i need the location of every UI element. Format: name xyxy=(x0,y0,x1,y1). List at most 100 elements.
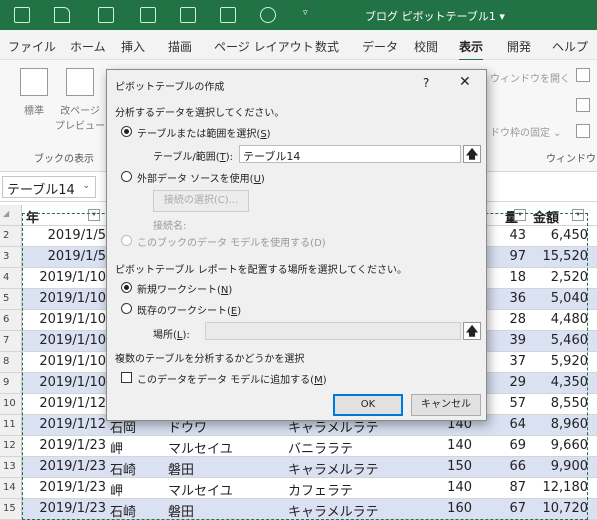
cell-date[interactable]: 2019/1/10 xyxy=(26,291,106,306)
tab-formulas[interactable]: 数式 xyxy=(315,38,339,55)
cell-date[interactable]: 2019/1/10 xyxy=(26,333,106,348)
table-row[interactable]: 15 2019/1/23 石崎 磐田 キャラメルラテ 160 67 10,720 xyxy=(0,499,597,520)
tab-home[interactable]: ホーム xyxy=(70,38,106,55)
shape-icon[interactable] xyxy=(260,7,276,23)
tab-help[interactable]: ヘルプ xyxy=(552,38,588,55)
add-to-data-model-checkbox[interactable] xyxy=(121,372,132,383)
cell-price[interactable]: 160 xyxy=(420,501,472,516)
radio-external-source[interactable] xyxy=(121,171,132,182)
cell-name[interactable]: バニララテ xyxy=(288,438,353,457)
row-header[interactable]: 12 xyxy=(0,436,22,456)
split-icon[interactable] xyxy=(576,68,590,82)
cell-date[interactable]: 2019/1/10 xyxy=(26,270,106,285)
radio-existing-worksheet[interactable] xyxy=(121,303,132,314)
cell-amount[interactable]: 6,450 xyxy=(530,228,588,243)
row-header[interactable]: 5 xyxy=(0,289,22,309)
row-header[interactable]: 10 xyxy=(0,394,22,414)
cell-loc[interactable]: 石崎 xyxy=(110,459,136,478)
tab-review[interactable]: 校閲 xyxy=(414,38,438,55)
cell-date[interactable]: 2019/1/10 xyxy=(26,354,106,369)
tab-developer[interactable]: 開発 xyxy=(507,38,531,55)
table-icon[interactable] xyxy=(98,7,114,23)
freeze-panes-label[interactable]: ドウ枠の固定 ⌄ xyxy=(490,124,562,139)
tab-view[interactable]: 表示 xyxy=(459,38,484,61)
cell-amount[interactable]: 5,920 xyxy=(530,354,588,369)
radio-new-worksheet[interactable] xyxy=(121,282,132,293)
cell-price[interactable]: 150 xyxy=(420,459,472,474)
help-icon[interactable]: ? xyxy=(423,76,429,90)
tab-page-layout[interactable]: ページ レイアウト xyxy=(214,38,314,55)
cell-amount[interactable]: 10,720 xyxy=(530,501,589,516)
table-row[interactable]: 12 2019/1/23 岬 マルセイユ バニララテ 140 69 9,660 xyxy=(0,436,597,457)
radio-data-model[interactable] xyxy=(121,235,132,246)
page-break-view-icon[interactable] xyxy=(66,68,94,96)
name-box[interactable]: テーブル14 ⌄ xyxy=(2,176,96,198)
cell-amount[interactable]: 8,960 xyxy=(530,417,588,432)
ok-button[interactable]: OK xyxy=(333,394,403,416)
cell-item[interactable]: 磐田 xyxy=(168,459,194,478)
save-icon[interactable] xyxy=(14,7,30,23)
cell-date[interactable]: 2019/1/12 xyxy=(26,396,106,411)
cell-item[interactable]: マルセイユ xyxy=(168,480,233,499)
location-input[interactable] xyxy=(205,322,461,340)
close-icon[interactable]: ✕ xyxy=(459,74,471,90)
unhide-icon[interactable] xyxy=(576,124,590,138)
cell-price[interactable]: 140 xyxy=(420,480,472,495)
cancel-button[interactable]: キャンセル xyxy=(411,394,481,416)
filter-icon[interactable]: ⯆ xyxy=(514,209,526,221)
cell-date[interactable]: 2019/1/5 xyxy=(26,249,106,264)
hide-icon[interactable] xyxy=(576,98,590,112)
cell-qty[interactable]: 66 xyxy=(472,459,526,474)
cell-amount[interactable]: 8,550 xyxy=(530,396,588,411)
radio-data-model-label[interactable]: このブックのデータ モデルを使用する(D) xyxy=(137,234,326,249)
row-header[interactable]: 13 xyxy=(0,457,22,477)
cell-name[interactable]: キャラメルラテ xyxy=(288,459,379,478)
cell-amount[interactable]: 9,660 xyxy=(530,438,588,453)
customize-qat-icon[interactable]: ▿ xyxy=(303,8,308,18)
table-row[interactable]: 14 2019/1/23 岬 マルセイユ カフェラテ 140 87 12,180 xyxy=(0,478,597,499)
select-all-corner[interactable]: ◢ xyxy=(0,205,22,225)
row-header[interactable]: 2 xyxy=(0,226,22,246)
tab-insert[interactable]: 挿入 xyxy=(121,38,145,55)
range-input[interactable]: テーブル14 xyxy=(239,145,461,163)
page-break-view-label[interactable]: 改ページ プレビュー xyxy=(54,102,106,132)
pivot-icon[interactable] xyxy=(140,7,156,23)
filter-icon[interactable]: ⯆ xyxy=(572,209,584,221)
row-header[interactable]: 15 xyxy=(0,499,22,519)
cell-date[interactable]: 2019/1/12 xyxy=(26,417,106,432)
cell-qty[interactable]: 87 xyxy=(472,480,526,495)
radio-existing-worksheet-label[interactable]: 既存のワークシート(E) xyxy=(137,302,241,317)
normal-view-label[interactable]: 標準 xyxy=(18,102,50,117)
cell-amount[interactable]: 15,520 xyxy=(530,249,589,264)
chart-icon[interactable] xyxy=(180,7,196,23)
cell-date[interactable]: 2019/1/23 xyxy=(26,501,106,516)
format-icon[interactable] xyxy=(220,7,236,23)
cell-date[interactable]: 2019/1/23 xyxy=(26,438,106,453)
radio-new-worksheet-label[interactable]: 新規ワークシート(N) xyxy=(137,281,232,296)
collapse-location-button[interactable]: 🡅 xyxy=(463,322,481,340)
cell-name[interactable]: キャラメルラテ xyxy=(288,501,379,520)
row-header[interactable]: 6 xyxy=(0,310,22,330)
cell-qty[interactable]: 67 xyxy=(472,501,526,516)
cell-amount[interactable]: 5,040 xyxy=(530,291,588,306)
cell-amount[interactable]: 2,520 xyxy=(530,270,588,285)
collapse-dialog-button[interactable]: 🡅 xyxy=(463,145,481,163)
row-header[interactable]: 7 xyxy=(0,331,22,351)
cell-amount[interactable]: 4,480 xyxy=(530,312,588,327)
cell-amount[interactable]: 4,350 xyxy=(530,375,588,390)
add-to-data-model-label[interactable]: このデータをデータ モデルに追加する(M) xyxy=(137,371,327,386)
cell-item[interactable]: 磐田 xyxy=(168,501,194,520)
cell-amount[interactable]: 5,460 xyxy=(530,333,588,348)
cell-amount[interactable]: 9,900 xyxy=(530,459,588,474)
new-window-label[interactable]: ウィンドウを開く xyxy=(490,70,570,85)
choose-connection-button[interactable]: 接続の選択(C)... xyxy=(153,190,249,212)
tab-file[interactable]: ファイル xyxy=(8,38,56,55)
normal-view-icon[interactable] xyxy=(20,68,48,96)
cell-qty[interactable]: 69 xyxy=(472,438,526,453)
chevron-down-icon[interactable]: ⌄ xyxy=(82,181,90,191)
cell-loc[interactable]: 石崎 xyxy=(110,501,136,520)
cell-date[interactable]: 2019/1/5 xyxy=(26,228,106,243)
row-header[interactable]: 9 xyxy=(0,373,22,393)
tab-draw[interactable]: 描画 xyxy=(168,38,192,55)
cell-date[interactable]: 2019/1/10 xyxy=(26,375,106,390)
